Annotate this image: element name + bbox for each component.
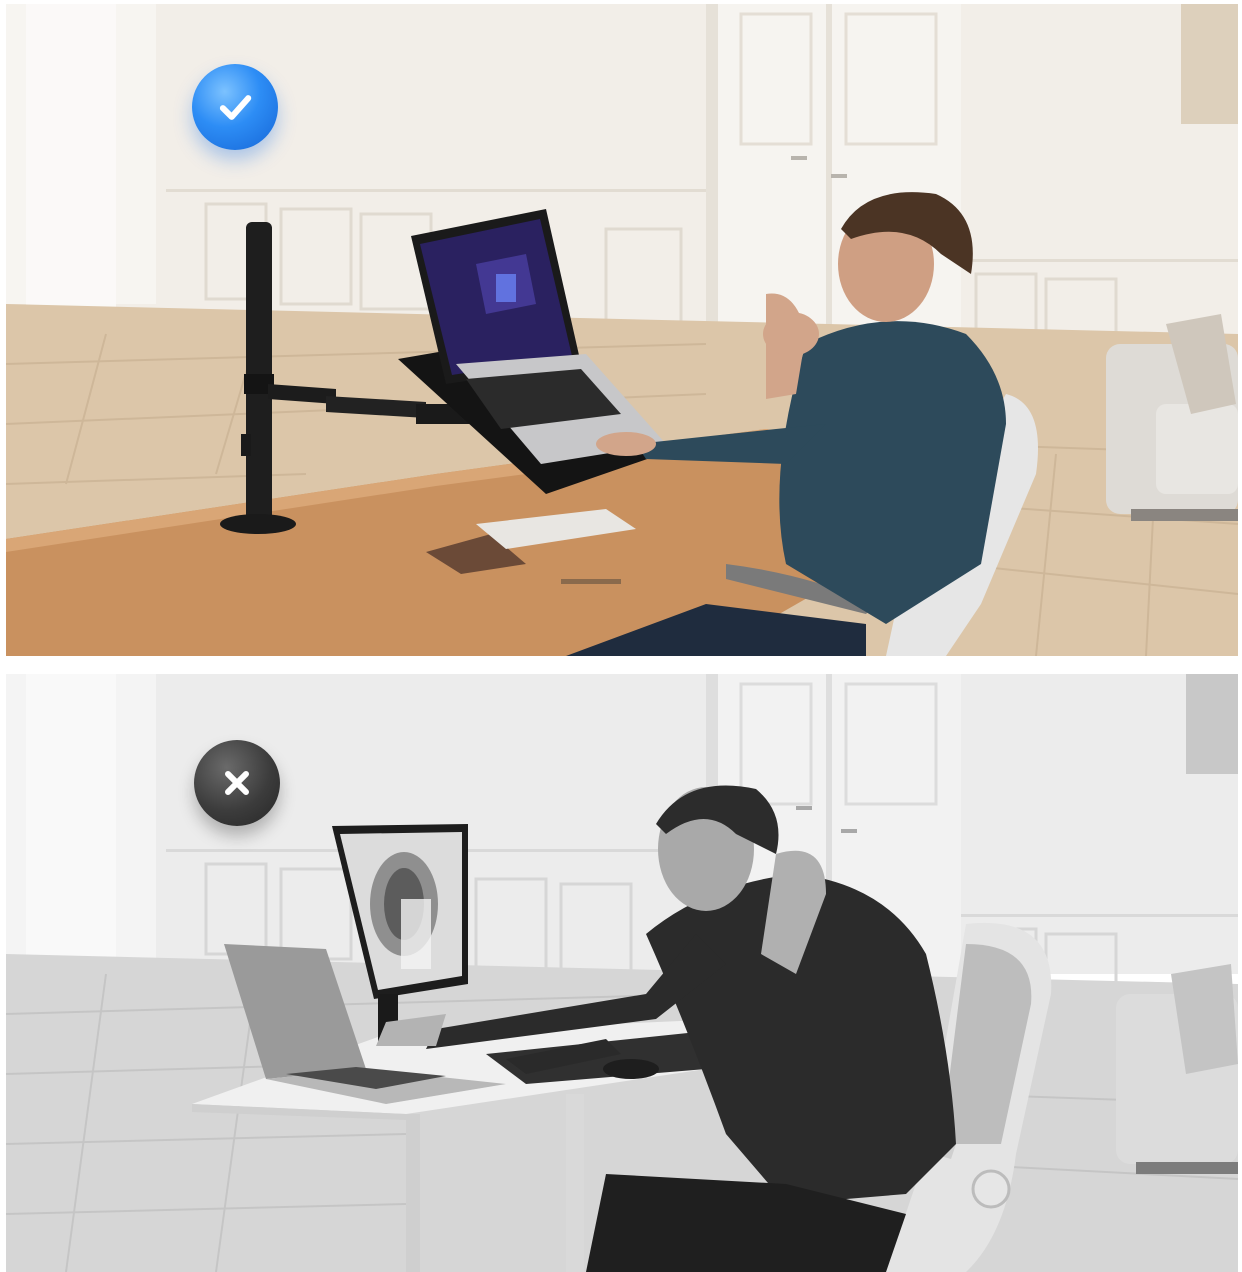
cross-icon	[225, 771, 249, 795]
good-posture-scene	[6, 4, 1238, 656]
bad-posture-scene	[6, 674, 1238, 1272]
good-posture-photo	[6, 4, 1238, 656]
cross-badge	[194, 740, 280, 826]
checkmark-icon	[219, 95, 252, 120]
bad-posture-photo	[6, 674, 1238, 1272]
checkmark-badge	[192, 64, 278, 150]
